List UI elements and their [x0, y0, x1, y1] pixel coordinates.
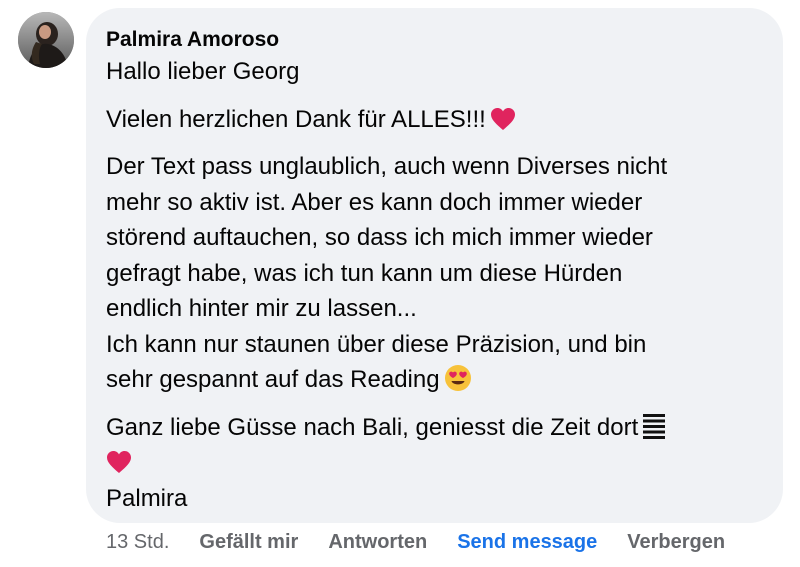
like-button[interactable]: Gefällt mir	[199, 531, 298, 554]
closing-line: Ganz liebe Güsse nach Bali, geniesst die…	[106, 410, 763, 446]
hide-button[interactable]: Verbergen	[627, 531, 725, 554]
body-line-4: gefragt habe, was ich tun kann um diese …	[106, 259, 623, 287]
signature-line: Palmira	[106, 484, 188, 512]
reading-text: sehr gespannt auf das Reading	[106, 366, 440, 393]
body-line-2: mehr so aktiv ist. Aber es kann doch imm…	[106, 188, 643, 216]
greeting-line: Hallo lieber Georg	[106, 58, 300, 85]
profile-photo	[18, 12, 74, 68]
comment-author[interactable]: Palmira Amoroso	[106, 26, 763, 54]
timestamp[interactable]: 13 Std.	[106, 531, 169, 554]
body-line-3: störend auftauchen, so dass ich mich imm…	[106, 224, 653, 251]
comment-bubble: Palmira Amoroso Hallo lieber Georg Viele…	[86, 8, 783, 523]
red-heart-icon	[107, 451, 131, 473]
heart-eyes-icon	[444, 365, 471, 391]
comment-text: Hallo lieber Georg Vielen herzlichen Dan…	[106, 54, 763, 516]
bars-icon	[643, 413, 666, 439]
thanks-text: Vielen herzlichen Dank für ALLES!!!	[106, 105, 486, 133]
send-message-button[interactable]: Send message	[457, 531, 597, 554]
avatar[interactable]	[18, 12, 74, 68]
red-heart-icon	[490, 107, 515, 130]
body-line-1: Der Text pass unglaublich, auch wenn Div…	[106, 153, 668, 180]
closing-text: Ganz liebe Güsse nach Bali, geniesst die…	[106, 413, 639, 441]
comment-actions: 13 Std. Gefällt mir Antworten Send messa…	[106, 526, 725, 558]
heart-line	[106, 445, 763, 481]
body-line-5: endlich hinter mir zu lassen...	[106, 295, 417, 322]
body-line-7: sehr gespannt auf das Reading	[106, 362, 763, 398]
thanks-line: Vielen herzlichen Dank für ALLES!!!	[106, 102, 763, 138]
body-line-6: Ich kann nur staunen über diese Präzisio…	[106, 330, 647, 358]
reply-button[interactable]: Antworten	[328, 531, 427, 554]
